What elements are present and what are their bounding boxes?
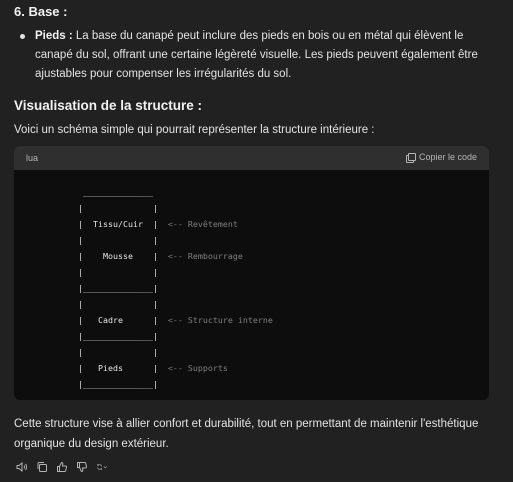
speaker-icon[interactable] — [16, 461, 28, 473]
code-block: lua Copier le code ______________ | | | … — [14, 146, 489, 400]
code-line: | Mousse | <-- Rembourrage — [78, 251, 243, 261]
code-line: | Tissu/Cuir | <-- Revêtement — [78, 219, 238, 229]
code-line: | | — [78, 203, 158, 213]
code-line: ______________ — [78, 187, 153, 197]
code-line: | Pieds | <-- Supports — [78, 363, 228, 373]
code-header: lua Copier le code — [14, 146, 489, 170]
code-comment: <-- Supports — [167, 363, 228, 373]
regenerate-icon[interactable] — [96, 461, 116, 473]
copy-icon[interactable] — [36, 461, 48, 473]
code-comment: <-- Revêtement — [167, 219, 238, 229]
message-actions — [16, 461, 116, 473]
visualisation-heading: Visualisation de la structure : — [14, 98, 203, 113]
code-comment: <-- Structure interne — [167, 315, 273, 325]
bullet-term: Pieds : — [35, 30, 73, 42]
bullet-description: La base du canapé peut inclure des pieds… — [35, 30, 478, 80]
code-content[interactable]: ______________ | | | Tissu/Cuir | <-- Re… — [14, 184, 489, 392]
code-line: | | — [78, 347, 158, 357]
visualisation-intro: Voici un schéma simple qui pourrait repr… — [14, 124, 375, 136]
code-line: |______________| — [78, 283, 158, 293]
code-line: |______________| — [78, 331, 158, 341]
code-language-label: lua — [26, 153, 39, 163]
copy-code-button[interactable]: Copier le code — [405, 152, 477, 163]
code-line: | | — [78, 267, 158, 277]
thumbs-up-icon[interactable] — [56, 461, 68, 473]
code-line: | Cadre | <-- Structure interne — [78, 315, 273, 325]
copy-code-label: Copier le code — [418, 152, 477, 162]
code-comment: <-- Rembourrage — [167, 251, 243, 261]
code-line: | | — [78, 235, 158, 245]
outro-paragraph: Cette structure vise à allier confort et… — [14, 418, 479, 450]
code-line: | | — [78, 299, 158, 309]
list-item-text: Pieds : La base du canapé peut inclure d… — [20, 27, 490, 84]
bullet-dot — [20, 34, 25, 39]
copy-icon — [405, 152, 416, 163]
section-heading-base: 6. Base : — [14, 4, 68, 19]
code-line: |______________| — [78, 379, 158, 389]
thumbs-down-icon[interactable] — [76, 461, 88, 473]
list-item-pieds: Pieds : La base du canapé peut inclure d… — [20, 27, 490, 84]
